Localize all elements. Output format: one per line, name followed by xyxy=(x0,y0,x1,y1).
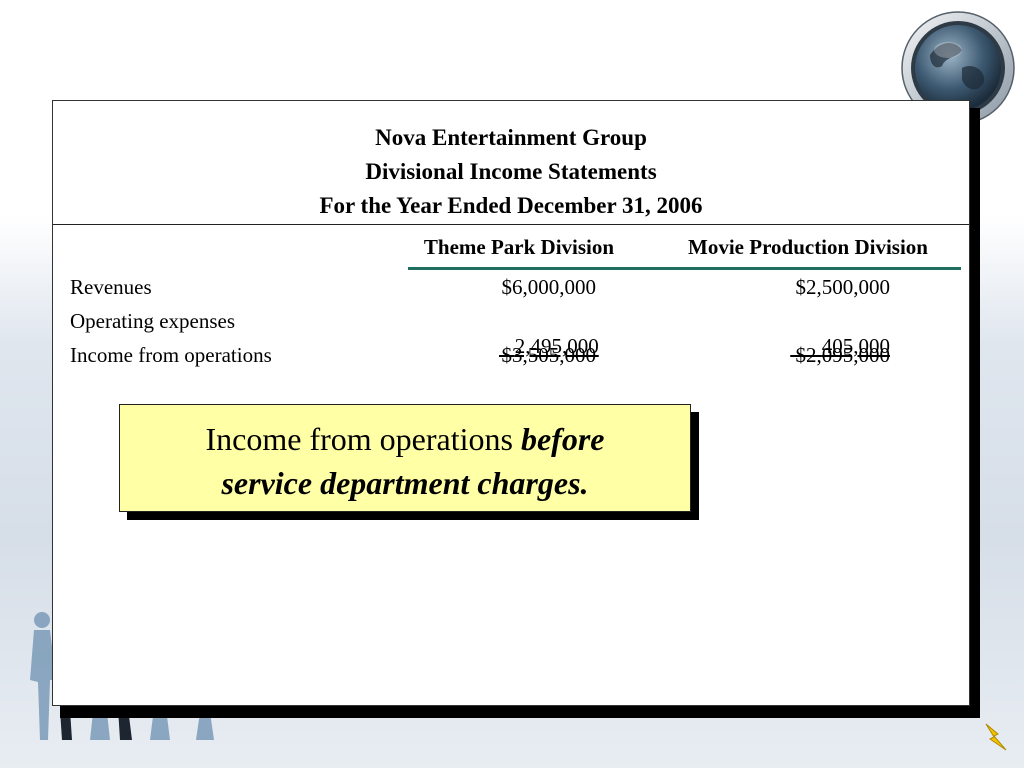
income-statement-panel: Nova Entertainment Group Divisional Inco… xyxy=(52,100,970,706)
statement-title: Divisional Income Statements xyxy=(365,159,657,184)
callout-emphasis-before: before xyxy=(520,421,605,457)
statement-period: For the Year Ended December 31, 2006 xyxy=(319,193,703,218)
income-theme-park: $3,505,000 xyxy=(501,343,597,367)
column-header-rule xyxy=(408,267,961,270)
statement-header: Nova Entertainment Group Divisional Inco… xyxy=(53,101,969,225)
revenues-theme-park: $6,000,000 xyxy=(501,275,597,299)
lightning-bolt-icon xyxy=(985,723,1007,751)
income-movie-production: $2,095,000 xyxy=(795,343,891,367)
column-header-theme-park: Theme Park Division xyxy=(423,235,615,259)
callout-note: Income from operations before service de… xyxy=(119,404,691,512)
company-name: Nova Entertainment Group xyxy=(375,125,647,150)
callout-text: Income from operations xyxy=(205,421,521,457)
callout-emphasis-service: service department charges xyxy=(221,465,581,501)
revenues-movie-production: $2,500,000 xyxy=(795,275,891,299)
callout-end: . xyxy=(580,465,589,501)
row-label-revenues: Revenues xyxy=(70,275,152,299)
row-label-operating-expenses: Operating expenses xyxy=(70,309,236,333)
row-label-income-from-operations: Income from operations xyxy=(70,343,272,367)
column-header-movie-production: Movie Production Division xyxy=(688,235,928,259)
